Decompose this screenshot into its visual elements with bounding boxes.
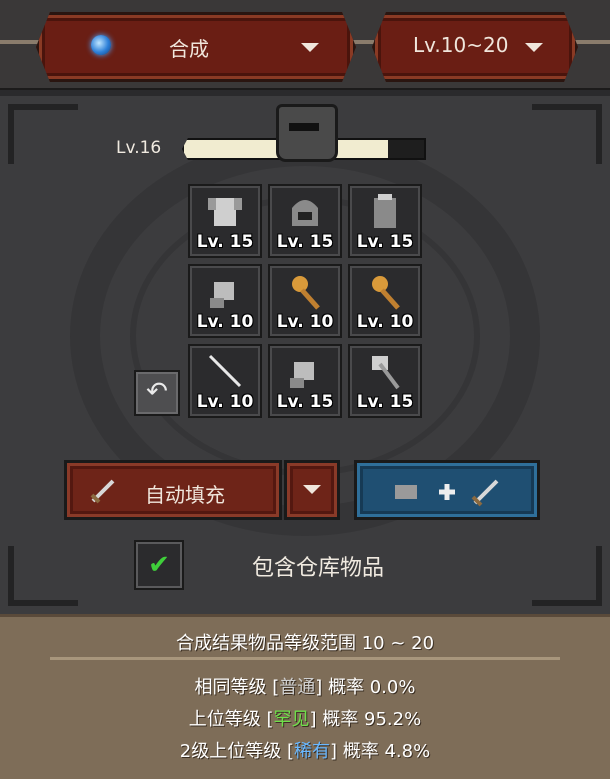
staff-icon <box>208 354 242 388</box>
same-level-prefix: 相同等级 [ <box>194 677 280 698</box>
undo-button[interactable]: ↶ <box>134 370 180 416</box>
two-levels-up-suffix: ] 概率 4.8% <box>330 741 431 762</box>
item-level-label: Lv. 15 <box>196 232 254 252</box>
mode-label: 合成 <box>169 37 209 61</box>
combine-button[interactable] <box>354 460 540 520</box>
mace-icon <box>292 276 320 310</box>
blue-gem-icon <box>91 35 111 55</box>
item-slot[interactable]: Lv. 10 <box>188 264 262 338</box>
armor-icon <box>208 198 242 226</box>
item-slot[interactable]: Lv. 15 <box>348 344 422 418</box>
upper-level-chance: 上位等级 [罕见] 概率 95.2% <box>0 705 610 731</box>
item-level-label: Lv. 15 <box>276 392 334 412</box>
item-slot[interactable]: Lv. 15 <box>268 184 342 258</box>
combine-icon <box>395 479 499 507</box>
axe-icon <box>372 356 400 390</box>
chevron-down-icon <box>301 43 319 52</box>
gauntlet-icon <box>210 282 234 308</box>
include-storage-label: 包含仓库物品 <box>252 556 385 581</box>
corner-ornament <box>8 546 78 606</box>
item-level-label: Lv. 10 <box>196 392 254 412</box>
corner-ornament <box>532 546 602 606</box>
grade-uncommon: 罕见 <box>273 709 310 730</box>
chevron-down-icon <box>525 43 543 52</box>
combine-panel: Lv.16 Lv. 15 Lv. 15 Lv. 15 Lv. 10 Lv. 10 Lv. … <box>0 92 610 618</box>
top-deco-right <box>572 40 610 44</box>
same-level-chance: 相同等级 [普通] 概率 0.0% <box>0 673 610 699</box>
chainmail-armor-icon <box>374 194 396 228</box>
result-info-panel: 合成结果物品等级范围 10 ~ 20 相同等级 [普通] 概率 0.0% 上位等… <box>0 614 610 779</box>
checkmark-icon: ✔ <box>148 550 170 580</box>
include-storage-checkbox[interactable]: ✔ <box>134 540 184 590</box>
mace-icon <box>372 276 400 310</box>
same-level-suffix: ] 概率 0.0% <box>315 677 416 698</box>
result-range-text: 合成结果物品等级范围 10 ~ 20 <box>175 633 435 654</box>
mode-dropdown[interactable]: 合成 <box>36 12 356 82</box>
level-range-dropdown[interactable]: Lv.10~20 <box>372 12 578 82</box>
horned-helmet-icon <box>276 104 338 162</box>
top-bar: 合成 Lv.10~20 <box>0 0 610 90</box>
item-slot[interactable]: Lv. 10 <box>348 264 422 338</box>
top-deco-left <box>0 40 40 44</box>
item-level-label: Lv. 10 <box>276 312 334 332</box>
item-slot[interactable]: Lv. 15 <box>188 184 262 258</box>
gauntlet-icon <box>290 362 314 388</box>
upper-level-prefix: 上位等级 [ <box>188 709 274 730</box>
autofill-label: 自动填充 <box>145 483 225 507</box>
return-arrow-icon: ↶ <box>146 377 168 407</box>
item-level-label: Lv. 10 <box>356 312 414 332</box>
grade-common: 普通 <box>279 677 316 698</box>
two-levels-up-chance: 2级上位等级 [稀有] 概率 4.8% <box>0 737 610 763</box>
item-level-label: Lv. 15 <box>356 392 414 412</box>
chainmail-helmet-icon <box>292 200 318 226</box>
chevron-down-icon <box>303 485 321 494</box>
item-level-label: Lv. 10 <box>196 312 254 332</box>
item-slot[interactable]: Lv. 15 <box>268 344 342 418</box>
item-slot[interactable]: Lv. 10 <box>268 264 342 338</box>
upper-level-suffix: ] 概率 95.2% <box>309 709 422 730</box>
item-slot[interactable]: Lv. 10 <box>188 344 262 418</box>
level-range-label: Lv.10~20 <box>413 33 509 57</box>
current-level-label: Lv.16 <box>116 138 162 158</box>
item-slot[interactable]: Lv. 15 <box>348 184 422 258</box>
item-level-label: Lv. 15 <box>276 232 334 252</box>
corner-ornament <box>532 104 602 164</box>
two-levels-up-prefix: 2级上位等级 [ <box>179 741 294 762</box>
grade-rare: 稀有 <box>294 741 330 762</box>
divider <box>50 657 560 660</box>
autofill-options-button[interactable] <box>284 460 340 520</box>
autofill-button[interactable]: 自动填充 <box>64 460 282 520</box>
sword-icon <box>90 479 115 504</box>
item-level-label: Lv. 15 <box>356 232 414 252</box>
corner-ornament <box>8 104 78 164</box>
